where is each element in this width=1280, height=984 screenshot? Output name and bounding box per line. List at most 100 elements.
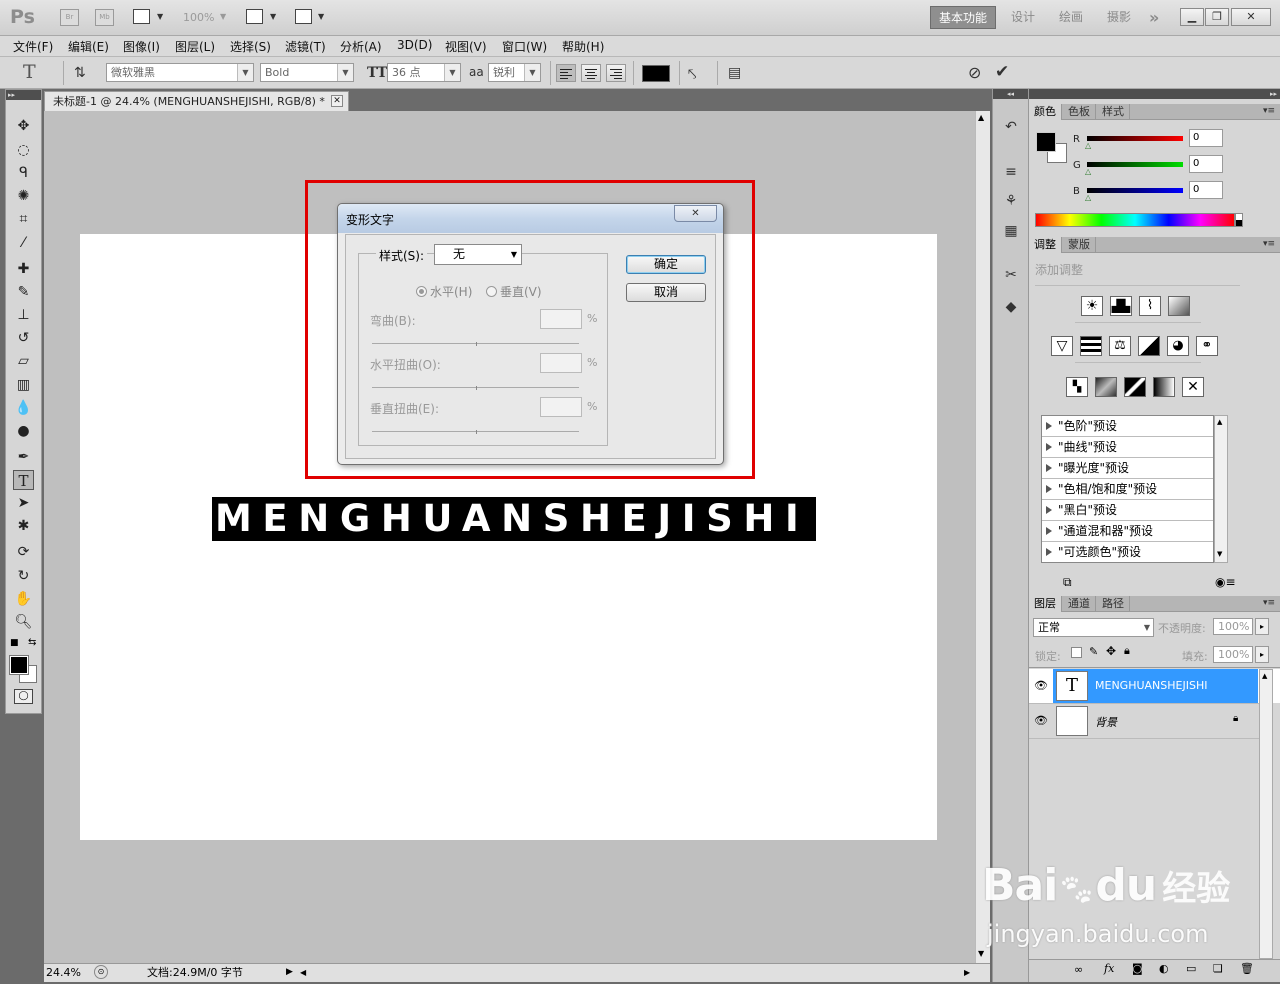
workspace-photography[interactable]: 摄影 bbox=[1099, 6, 1139, 29]
curves-icon[interactable]: ⌇ bbox=[1139, 296, 1161, 316]
tool-presets-panel-icon[interactable]: ✂ bbox=[1001, 265, 1021, 285]
color-balance-icon[interactable]: ⚖ bbox=[1109, 336, 1131, 356]
align-left-button[interactable] bbox=[556, 64, 576, 82]
lock-all-icon[interactable]: 🔒︎ bbox=[1124, 644, 1130, 658]
scroll-down-icon[interactable]: ▼ bbox=[978, 949, 984, 958]
list-item[interactable]: "色阶"预设 bbox=[1042, 416, 1213, 437]
workspace-design[interactable]: 设计 bbox=[1003, 6, 1043, 29]
fill-input[interactable]: 100% bbox=[1213, 646, 1253, 663]
workspace-essentials[interactable]: 基本功能 bbox=[930, 6, 997, 29]
brushes-panel-icon[interactable]: ≡ bbox=[1001, 162, 1021, 182]
arrange-documents-icon[interactable] bbox=[246, 9, 263, 24]
list-item[interactable]: "黑白"预设 bbox=[1042, 500, 1213, 521]
eye-icon[interactable]: 👁︎ bbox=[1033, 713, 1049, 729]
move-tool-icon[interactable]: ✥ bbox=[13, 116, 34, 136]
close-icon[interactable]: ✕ bbox=[1231, 8, 1271, 26]
default-colors-icon[interactable]: ■ bbox=[10, 638, 19, 648]
restore-icon[interactable]: ❐ bbox=[1205, 8, 1229, 26]
delete-layer-icon[interactable]: 🗑︎ bbox=[1240, 962, 1254, 975]
selective-color-icon[interactable]: ✕ bbox=[1182, 377, 1204, 397]
new-layer-icon[interactable]: ❏ bbox=[1213, 962, 1223, 975]
crop-tool-icon[interactable]: ⌗ bbox=[13, 209, 34, 229]
adjustment-options-icon[interactable]: ◉≡ bbox=[1215, 575, 1236, 589]
menu-file[interactable]: 文件(F) bbox=[13, 38, 53, 55]
color-spectrum-bar[interactable] bbox=[1035, 213, 1235, 227]
green-channel-slider[interactable] bbox=[1087, 162, 1183, 167]
opacity-input[interactable]: 100% bbox=[1213, 618, 1253, 635]
shape-tool-icon[interactable]: ✱ bbox=[13, 516, 34, 536]
pen-tool-icon[interactable]: ✒ bbox=[13, 447, 34, 467]
menu-select[interactable]: 选择(S) bbox=[230, 38, 271, 55]
tab-adjustments[interactable]: 调整 bbox=[1029, 237, 1062, 253]
font-size-select[interactable]: 36 点 ▼ bbox=[387, 63, 461, 82]
hue-saturation-icon[interactable] bbox=[1080, 336, 1102, 356]
tab-layers[interactable]: 图层 bbox=[1029, 596, 1062, 612]
eye-icon[interactable]: 👁︎ bbox=[1033, 678, 1049, 694]
commit-edit-icon[interactable]: ✔ bbox=[995, 62, 1009, 82]
eyedropper-tool-icon[interactable]: ⁄ bbox=[13, 233, 34, 253]
scroll-left-icon[interactable]: ◀ bbox=[300, 964, 306, 981]
3d-orbit-tool-icon[interactable]: ↻ bbox=[13, 566, 34, 586]
anti-alias-select[interactable]: 锐利 ▼ bbox=[488, 63, 541, 82]
scroll-up-icon[interactable]: ▲ bbox=[1262, 672, 1267, 680]
black-white-swatch[interactable] bbox=[1235, 213, 1243, 227]
scroll-right-icon[interactable]: ▶ bbox=[964, 964, 970, 981]
adjustment-layer-icon[interactable]: ◐ bbox=[1159, 962, 1169, 975]
slider-thumb-icon[interactable]: △ bbox=[1085, 141, 1091, 150]
type-tool-preset-icon[interactable]: T bbox=[23, 61, 36, 83]
text-color-swatch[interactable] bbox=[642, 65, 670, 82]
more-workspaces-icon[interactable]: » bbox=[1141, 6, 1167, 29]
list-item[interactable]: "通道混和器"预设 bbox=[1042, 521, 1213, 542]
gradient-map-icon[interactable] bbox=[1153, 377, 1175, 397]
cancel-edit-icon[interactable]: ⊘ bbox=[968, 63, 981, 82]
mini-bridge-button[interactable]: Mb bbox=[95, 9, 114, 26]
menu-view[interactable]: 视图(V) bbox=[445, 38, 487, 55]
path-selection-tool-icon[interactable]: ➤ bbox=[13, 493, 34, 513]
vertical-scrollbar[interactable]: ▲ ▼ bbox=[975, 111, 990, 963]
tab-swatches[interactable]: 色板 bbox=[1063, 104, 1096, 120]
lock-position-icon[interactable]: ✥ bbox=[1106, 644, 1116, 658]
tab-channels[interactable]: 通道 bbox=[1063, 596, 1096, 612]
opacity-slider-icon[interactable]: ▸ bbox=[1255, 618, 1269, 635]
warp-text-icon[interactable]: ⤣ bbox=[688, 65, 696, 83]
zoom-tool-icon[interactable]: 🔍︎ bbox=[13, 612, 34, 632]
3d-panel-icon[interactable]: ◆ bbox=[1001, 297, 1021, 317]
list-item[interactable]: "色相/饱和度"预设 bbox=[1042, 479, 1213, 500]
font-family-select[interactable]: 微软雅黑 ▼ bbox=[106, 63, 254, 82]
font-style-select[interactable]: Bold ▼ bbox=[260, 63, 354, 82]
bridge-button[interactable]: Br bbox=[60, 9, 79, 26]
menu-filter[interactable]: 滤镜(T) bbox=[285, 38, 326, 55]
brush-tool-icon[interactable]: ✎ bbox=[13, 282, 34, 302]
gradient-tool-icon[interactable]: ▥ bbox=[13, 375, 34, 395]
text-orientation-icon[interactable]: ⇅ bbox=[74, 65, 86, 81]
slider-thumb-icon[interactable]: △ bbox=[1085, 167, 1091, 176]
blend-mode-select[interactable]: 正常 ▼ bbox=[1033, 618, 1154, 637]
scroll-up-icon[interactable]: ▲ bbox=[978, 113, 984, 122]
workspace-painting[interactable]: 绘画 bbox=[1051, 6, 1091, 29]
align-center-button[interactable] bbox=[581, 64, 601, 82]
menu-layer[interactable]: 图层(L) bbox=[175, 38, 215, 55]
menu-3d[interactable]: 3D(D) bbox=[397, 38, 432, 52]
lock-pixels-icon[interactable]: ✎ bbox=[1089, 645, 1098, 658]
layers-scrollbar[interactable]: ▲ bbox=[1259, 669, 1273, 959]
layer-row[interactable]: 👁︎ 背景 🔒︎ bbox=[1029, 704, 1280, 738]
presets-scrollbar[interactable]: ▲ ▼ bbox=[1214, 415, 1228, 563]
chevron-down-icon[interactable]: ▼ bbox=[318, 12, 324, 21]
eraser-tool-icon[interactable]: ▱ bbox=[13, 351, 34, 371]
blue-channel-input[interactable]: 0 bbox=[1189, 181, 1223, 199]
hand-tool-icon[interactable]: ✋ bbox=[13, 589, 34, 609]
link-layers-icon[interactable]: ∞ bbox=[1074, 963, 1083, 976]
chevron-down-icon[interactable]: ▼ bbox=[270, 12, 276, 21]
3d-rotate-tool-icon[interactable]: ⟳ bbox=[13, 542, 34, 562]
tab-color[interactable]: 颜色 bbox=[1029, 104, 1062, 120]
history-panel-icon[interactable]: ↶ bbox=[1001, 117, 1021, 137]
list-item[interactable]: "曝光度"预设 bbox=[1042, 458, 1213, 479]
channel-mixer-icon[interactable]: ⚭ bbox=[1196, 336, 1218, 356]
dodge-tool-icon[interactable]: ● bbox=[13, 421, 34, 441]
healing-brush-tool-icon[interactable]: ✚ bbox=[13, 259, 34, 279]
exposure-icon[interactable] bbox=[1168, 296, 1190, 316]
actions-panel-icon[interactable]: ▦ bbox=[1001, 221, 1021, 241]
swap-colors-icon[interactable]: ⇆ bbox=[28, 637, 36, 648]
fill-slider-icon[interactable]: ▸ bbox=[1255, 646, 1269, 663]
layer-name[interactable]: MENGHUANSHEJISHI bbox=[1095, 679, 1207, 692]
